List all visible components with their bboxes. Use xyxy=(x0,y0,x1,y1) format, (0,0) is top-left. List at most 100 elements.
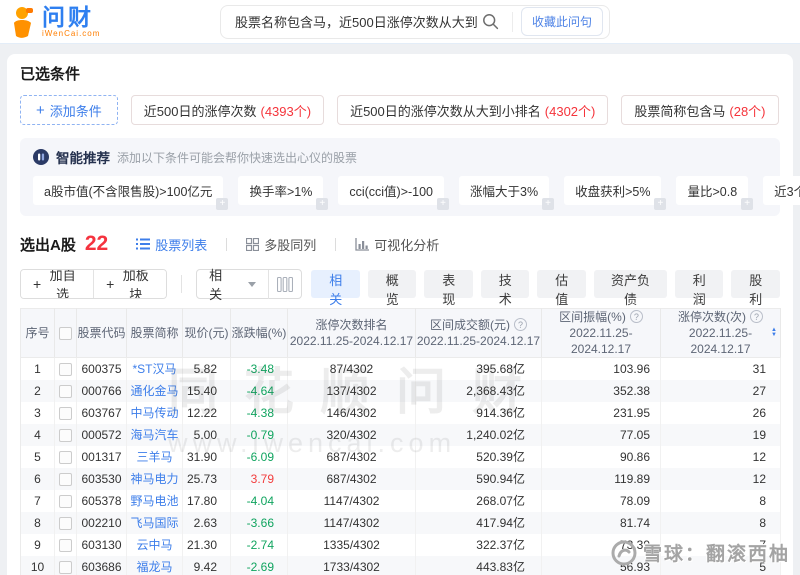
stock-name-link[interactable]: 三羊马 xyxy=(126,445,183,468)
select-all-checkbox[interactable] xyxy=(59,327,72,341)
iwencai-logo[interactable]: 问财 iWenCai.com xyxy=(10,5,220,38)
interval-amplitude: 352.38 xyxy=(541,379,661,402)
add-icon[interactable]: + xyxy=(741,198,754,210)
recommend-tag[interactable]: 收盘获利>5% + xyxy=(564,176,667,210)
condition-tag[interactable]: 股票简称包含马 (28个) xyxy=(621,95,779,125)
stock-code[interactable]: 603530 xyxy=(76,467,127,490)
row-checkbox[interactable] xyxy=(59,538,72,552)
col-header-turnover[interactable]: 区间成交额(元)? 2022.11.25-2024.12.17 xyxy=(415,308,542,358)
column-tabs: 相关 概览 表现 技术 估值 资产负债 利润 股利 xyxy=(311,270,780,307)
stock-name-link[interactable]: 野马电池 xyxy=(126,489,183,512)
stock-code[interactable]: 603767 xyxy=(76,401,127,424)
recommend-tag[interactable]: 涨幅大于3% + xyxy=(459,176,555,210)
row-checkbox[interactable] xyxy=(59,450,72,464)
row-checkbox[interactable] xyxy=(59,494,72,508)
table-row: 4 000572 海马汽车 5.00 -0.79 320/4302 1,240.… xyxy=(20,423,781,446)
col-header-rank[interactable]: 涨停次数排名 2022.11.25-2024.12.17 xyxy=(287,308,416,358)
stock-code[interactable]: 600375 xyxy=(76,357,127,380)
help-icon[interactable]: ? xyxy=(629,310,643,323)
add-icon[interactable]: + xyxy=(542,198,555,210)
column-tab[interactable]: 相关 xyxy=(311,270,360,307)
row-checkbox[interactable] xyxy=(59,362,72,376)
column-tab[interactable]: 资产负债 xyxy=(593,270,667,307)
recommend-tag[interactable]: 量比>0.8 + xyxy=(676,176,754,210)
stock-name-link[interactable]: 神马电力 xyxy=(126,467,183,490)
stock-name-link[interactable]: 海马汽车 xyxy=(126,423,183,446)
col-header-code[interactable]: 股票代码 xyxy=(76,308,127,358)
column-tab[interactable]: 估值 xyxy=(537,270,586,307)
row-checkbox[interactable] xyxy=(59,428,72,442)
recommend-tag[interactable]: cci(cci值)>-100 + xyxy=(338,176,450,210)
row-checkbox[interactable] xyxy=(59,406,72,420)
add-condition-button[interactable]: + 添加条件 xyxy=(20,95,118,125)
sort-icon[interactable]: ▲ ▼ xyxy=(771,327,777,338)
col-header-name[interactable]: 股票简称 xyxy=(126,308,183,358)
stock-price: 25.73 xyxy=(182,467,231,490)
add-icon[interactable]: + xyxy=(654,198,667,210)
col-header-change[interactable]: 涨跌幅(%) xyxy=(230,308,288,358)
col-header-amplitude[interactable]: 区间振幅(%)? 2022.11.25-2024.12.17 xyxy=(541,308,661,358)
search-input[interactable]: 股票名称包含马，近500日涨停次数从大到小 xyxy=(235,12,478,31)
stock-name-link[interactable]: 通化金马 xyxy=(126,379,183,402)
limit-up-rank: 687/4302 xyxy=(287,467,416,490)
stock-name-link[interactable]: 飞马国际 xyxy=(126,511,183,534)
add-icon[interactable]: + xyxy=(216,198,229,210)
column-settings-icon[interactable] xyxy=(269,270,302,298)
interval-turnover: 417.94亿 xyxy=(415,511,542,534)
stock-code[interactable]: 000766 xyxy=(76,379,127,402)
stock-price: 9.42 xyxy=(182,555,231,575)
condition-tag[interactable]: 近500日的涨停次数从大到小排名 (4302个) xyxy=(337,95,609,125)
stock-change-pct: 3.79 xyxy=(230,467,288,490)
add-icon[interactable]: + xyxy=(437,198,450,210)
table-row: 2 000766 通化金马 15.40 -4.64 137/4302 2,368… xyxy=(20,379,781,402)
tab-stock-list[interactable]: 股票列表 xyxy=(134,235,209,254)
view-divider xyxy=(335,237,337,251)
conditions-row: + 添加条件 近500日的涨停次数 (4393个) 近500日的涨停次数从大到小… xyxy=(20,95,780,125)
tab-visual-analysis[interactable]: 可视化分析 xyxy=(353,235,441,254)
condition-tag[interactable]: 近500日的涨停次数 (4393个) xyxy=(130,95,325,125)
stock-name-link[interactable]: 云中马 xyxy=(126,533,183,556)
stock-code[interactable]: 002210 xyxy=(76,511,127,534)
stock-change-pct: -4.04 xyxy=(230,489,288,512)
stock-code[interactable]: 001317 xyxy=(76,445,127,468)
stock-name-link[interactable]: 中马传动 xyxy=(126,401,183,424)
favorite-question-button[interactable]: 收藏此问句 xyxy=(520,7,603,36)
condition-count: (28个) xyxy=(729,103,766,119)
row-checkbox[interactable] xyxy=(59,560,72,574)
recommend-tag[interactable]: a股市值(不含限售股)>100亿元 + xyxy=(33,176,229,210)
col-header-price[interactable]: 现价(元) xyxy=(182,308,231,358)
col-header-limit-count[interactable]: 涨停次数(次)? 2022.11.25-2024.12.17 ▲ ▼ xyxy=(660,308,781,358)
selected-conditions-title: 已选条件 xyxy=(20,66,81,83)
stock-name-link[interactable]: 福龙马 xyxy=(126,555,183,575)
iwencai-page: 问财 iWenCai.com 股票名称包含马，近500日涨停次数从大到小 收藏此… xyxy=(0,0,800,575)
add-sector-button[interactable]: + 加板块 xyxy=(93,270,167,298)
search-icon[interactable] xyxy=(478,13,504,30)
column-group-select[interactable]: 相关 xyxy=(196,268,303,302)
stock-code[interactable]: 603686 xyxy=(76,555,127,575)
stock-code[interactable]: 000572 xyxy=(76,423,127,446)
help-icon[interactable]: ? xyxy=(514,318,527,331)
stock-code[interactable]: 605378 xyxy=(76,489,127,512)
column-tab[interactable]: 股利 xyxy=(731,270,780,307)
limit-up-rank: 146/4302 xyxy=(287,401,416,424)
stock-name-link[interactable]: *ST汉马 xyxy=(126,357,183,380)
row-checkbox[interactable] xyxy=(59,472,72,486)
search-divider xyxy=(511,11,513,32)
add-icon[interactable]: + xyxy=(316,198,329,210)
row-checkbox[interactable] xyxy=(59,384,72,398)
column-tab[interactable]: 表现 xyxy=(424,270,473,307)
row-checkbox[interactable] xyxy=(59,516,72,530)
stock-price: 12.22 xyxy=(182,401,231,424)
column-tab[interactable]: 技术 xyxy=(480,270,530,307)
column-tab[interactable]: 利润 xyxy=(674,270,724,307)
row-checkbox-cell xyxy=(54,357,77,380)
stock-code[interactable]: 603130 xyxy=(76,533,127,556)
table-row: 7 605378 野马电池 17.80 -4.04 1147/4302 268.… xyxy=(20,489,781,512)
table-row: 6 603530 神马电力 25.73 3.79 687/4302 590.94… xyxy=(20,467,781,490)
tab-multi-stock[interactable]: 多股同列 xyxy=(244,235,318,254)
add-watchlist-button[interactable]: + 加自选 xyxy=(21,270,94,298)
recommend-tag[interactable]: 近3个交易日涨幅>15% + xyxy=(763,176,800,205)
help-icon[interactable]: ? xyxy=(750,310,763,323)
recommend-tag[interactable]: 换手率>1% + xyxy=(238,176,329,210)
column-tab[interactable]: 概览 xyxy=(367,270,417,307)
